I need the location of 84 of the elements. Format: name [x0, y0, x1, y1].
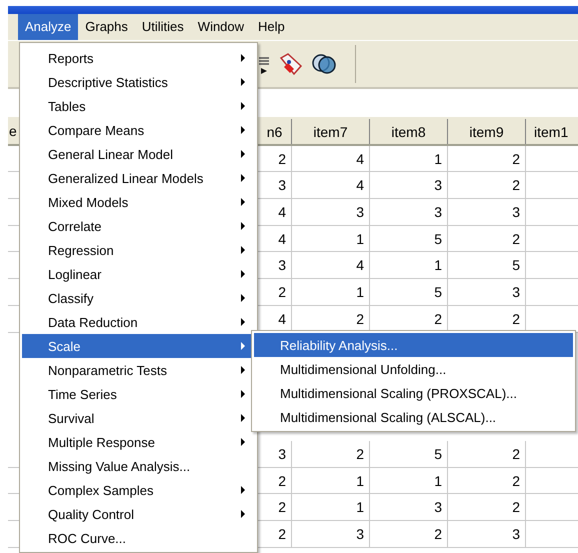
menu-item[interactable]: Graphs — [78, 14, 135, 40]
table-cell: 5 — [370, 279, 448, 305]
menu-item[interactable]: Mixed Models — [22, 190, 255, 214]
tag-icon[interactable] — [279, 52, 303, 76]
submenu-arrow-icon — [241, 126, 245, 134]
menu-item[interactable]: Compare Means — [22, 118, 255, 142]
submenu-arrow-icon — [241, 102, 245, 110]
table-cell: 2 — [292, 440, 370, 467]
menu-item[interactable]: Reports — [22, 46, 255, 70]
circles-icon[interactable] — [311, 52, 337, 76]
table-cell: 4 — [292, 146, 370, 172]
table-cell: 1 — [292, 226, 370, 252]
submenu-arrow-icon — [241, 390, 245, 398]
menu-item[interactable]: Multidimensional Unfolding... — [254, 357, 573, 381]
table-cell: 5 — [370, 440, 448, 467]
menu-item[interactable]: Multidimensional Scaling (PROXSCAL)... — [254, 381, 573, 405]
menu-item[interactable]: Data Reduction — [22, 310, 255, 334]
submenu-arrow-icon — [241, 54, 245, 62]
table-cell: 2 — [448, 226, 526, 252]
table-cell: 4 — [292, 252, 370, 278]
submenu-arrow-icon — [241, 414, 245, 422]
column-header[interactable]: item1 — [526, 119, 578, 144]
table-cell: 3 — [292, 199, 370, 225]
menu-item[interactable]: Descriptive Statistics — [22, 70, 255, 94]
submenu-arrow-icon — [241, 78, 245, 86]
column-header[interactable]: item9 — [448, 119, 526, 144]
menu-item[interactable]: Time Series — [22, 382, 255, 406]
table-cell: 2 — [448, 494, 526, 520]
table-cell: 2 — [370, 521, 448, 547]
table-cell: 3 — [370, 199, 448, 225]
table-cell: 3 — [448, 521, 526, 547]
menu-item[interactable]: Missing Value Analysis... — [22, 454, 255, 478]
table-cell: 3 — [370, 494, 448, 520]
table-cell: 3 — [448, 199, 526, 225]
table-cell: 1 — [292, 494, 370, 520]
menu-item[interactable]: Quality Control — [22, 502, 255, 526]
submenu-arrow-icon — [241, 318, 245, 326]
table-cell: 1 — [370, 468, 448, 494]
menu-item[interactable]: Reliability Analysis... — [254, 333, 573, 357]
submenu-arrow-icon — [241, 510, 245, 518]
menu-item[interactable]: Multiple Response — [22, 430, 255, 454]
submenu-arrow-icon — [241, 366, 245, 374]
menu-item[interactable]: Survival — [22, 406, 255, 430]
table-cell: 1 — [370, 146, 448, 172]
menu-item[interactable]: Loglinear — [22, 262, 255, 286]
column-header[interactable]: item8 — [370, 119, 448, 144]
menu-item[interactable]: General Linear Model — [22, 142, 255, 166]
menu-item[interactable]: ROC Curve... — [22, 526, 255, 550]
table-cell: 1 — [370, 252, 448, 278]
table-cell: 2 — [448, 172, 526, 198]
menu-item[interactable]: Generalized Linear Models — [22, 166, 255, 190]
submenu-arrow-icon — [241, 246, 245, 254]
menu-item[interactable]: Correlate — [22, 214, 255, 238]
table-cell: 1 — [292, 468, 370, 494]
submenu-arrow-icon — [241, 150, 245, 158]
menu-item[interactable]: Window — [190, 14, 252, 40]
submenu-arrow-icon — [241, 438, 245, 446]
submenu-arrow-icon — [241, 222, 245, 230]
table-cell: 2 — [448, 468, 526, 494]
menu-item[interactable]: Multidimensional Scaling (ALSCAL)... — [254, 405, 573, 429]
menu-item[interactable]: Tables — [22, 94, 255, 118]
table-cell: 3 — [370, 172, 448, 198]
submenu-arrow-icon — [241, 486, 245, 494]
menu-item[interactable]: Nonparametric Tests — [22, 358, 255, 382]
submenu-arrow-icon — [241, 270, 245, 278]
table-cell: 3 — [448, 279, 526, 305]
table-cell: 3 — [292, 521, 370, 547]
table-cell: 2 — [448, 440, 526, 467]
table-cell: 5 — [370, 226, 448, 252]
submenu-arrow-icon — [241, 174, 245, 182]
table-cell: 4 — [292, 172, 370, 198]
table-cell: 2 — [448, 146, 526, 172]
menu-item[interactable]: Regression — [22, 238, 255, 262]
submenu-arrow-icon — [241, 198, 245, 206]
column-header[interactable]: item7 — [292, 119, 370, 144]
menu-item[interactable]: Classify — [22, 286, 255, 310]
submenu-arrow-icon — [241, 294, 245, 302]
menu-item[interactable]: Analyze — [18, 14, 78, 40]
table-cell: 1 — [292, 279, 370, 305]
menu-item[interactable]: Complex Samples — [22, 478, 255, 502]
menu-item[interactable]: Help — [251, 14, 292, 40]
table-cell: 5 — [448, 252, 526, 278]
submenu-arrow-icon — [241, 342, 245, 350]
menu-item[interactable]: Utilities — [134, 14, 191, 40]
